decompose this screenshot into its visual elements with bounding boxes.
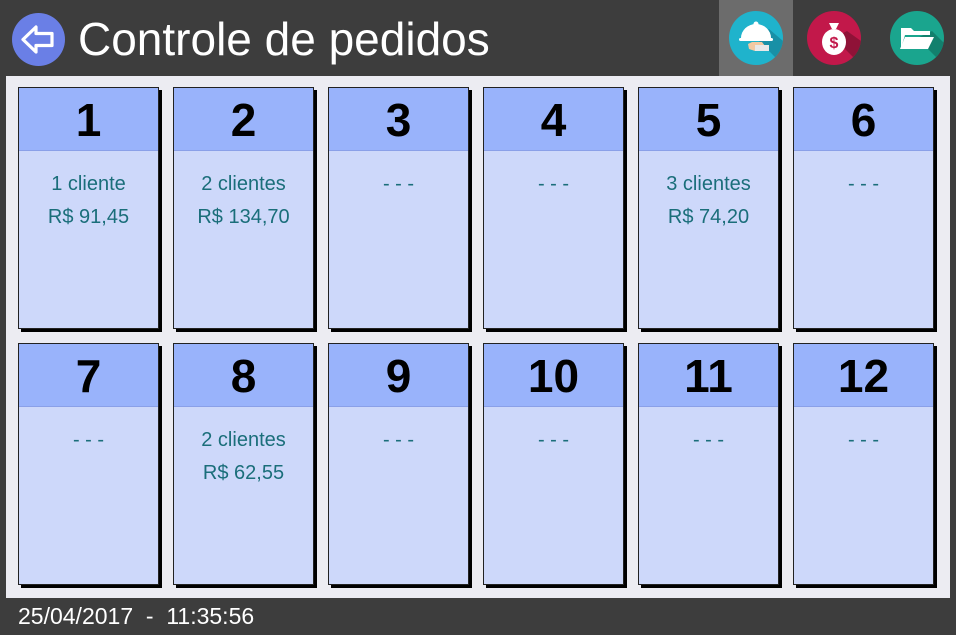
table-clients: - - - <box>537 173 570 195</box>
table-clients: - - - <box>847 173 880 195</box>
table-card-2[interactable]: 2 2 clientes R$ 134,70 <box>173 87 314 329</box>
table-number: 10 <box>484 344 623 407</box>
table-clients: - - - <box>847 429 880 451</box>
open-file-button[interactable] <box>880 0 954 76</box>
table-number: 5 <box>639 88 778 151</box>
table-number: 6 <box>794 88 933 151</box>
table-card-6[interactable]: 6 - - - <box>793 87 934 329</box>
table-number: 9 <box>329 344 468 407</box>
table-number: 4 <box>484 88 623 151</box>
table-number: 12 <box>794 344 933 407</box>
folder-open-icon <box>890 11 944 65</box>
back-button[interactable] <box>12 13 65 66</box>
table-number: 1 <box>19 88 158 151</box>
table-clients: 1 cliente <box>51 173 126 195</box>
money-bag-icon: $ <box>807 11 861 65</box>
table-total: R$ 74,20 <box>667 206 750 228</box>
table-card-1[interactable]: 1 1 cliente R$ 91,45 <box>18 87 159 329</box>
table-clients: - - - <box>382 173 415 195</box>
table-total: R$ 134,70 <box>197 206 290 228</box>
cashier-button[interactable]: $ <box>797 0 871 76</box>
table-clients: 2 clientes <box>201 173 286 195</box>
table-number: 3 <box>329 88 468 151</box>
datetime-label: 25/04/2017 - 11:35:56 <box>18 603 255 629</box>
table-card-11[interactable]: 11 - - - <box>638 343 779 585</box>
table-clients: 3 clientes <box>666 173 751 195</box>
table-card-5[interactable]: 5 3 clientes R$ 74,20 <box>638 87 779 329</box>
table-card-4[interactable]: 4 - - - <box>483 87 624 329</box>
table-clients: - - - <box>72 429 105 451</box>
table-card-12[interactable]: 12 - - - <box>793 343 934 585</box>
table-clients: - - - <box>537 429 570 451</box>
table-card-3[interactable]: 3 - - - <box>328 87 469 329</box>
table-clients: - - - <box>692 429 725 451</box>
app-header: Controle de pedidos $ <box>0 0 956 76</box>
table-clients: - - - <box>382 429 415 451</box>
svg-text:$: $ <box>830 35 839 52</box>
waiter-tray-icon <box>729 11 783 65</box>
page-title: Controle de pedidos <box>78 13 490 65</box>
table-number: 11 <box>639 344 778 407</box>
table-total: R$ 91,45 <box>47 206 130 228</box>
table-number: 7 <box>19 344 158 407</box>
table-card-10[interactable]: 10 - - - <box>483 343 624 585</box>
tables-grid: 1 1 cliente R$ 91,45 2 2 clientes R$ 134… <box>6 76 950 598</box>
waiter-orders-button[interactable] <box>719 0 793 76</box>
status-bar: 25/04/2017 - 11:35:56 <box>0 598 956 635</box>
table-total: R$ 62,55 <box>202 462 285 484</box>
table-clients: 2 clientes <box>201 429 286 451</box>
table-card-7[interactable]: 7 - - - <box>18 343 159 585</box>
table-number: 2 <box>174 88 313 151</box>
arrow-left-icon <box>21 25 54 54</box>
table-number: 8 <box>174 344 313 407</box>
table-card-9[interactable]: 9 - - - <box>328 343 469 585</box>
table-card-8[interactable]: 8 2 clientes R$ 62,55 <box>173 343 314 585</box>
